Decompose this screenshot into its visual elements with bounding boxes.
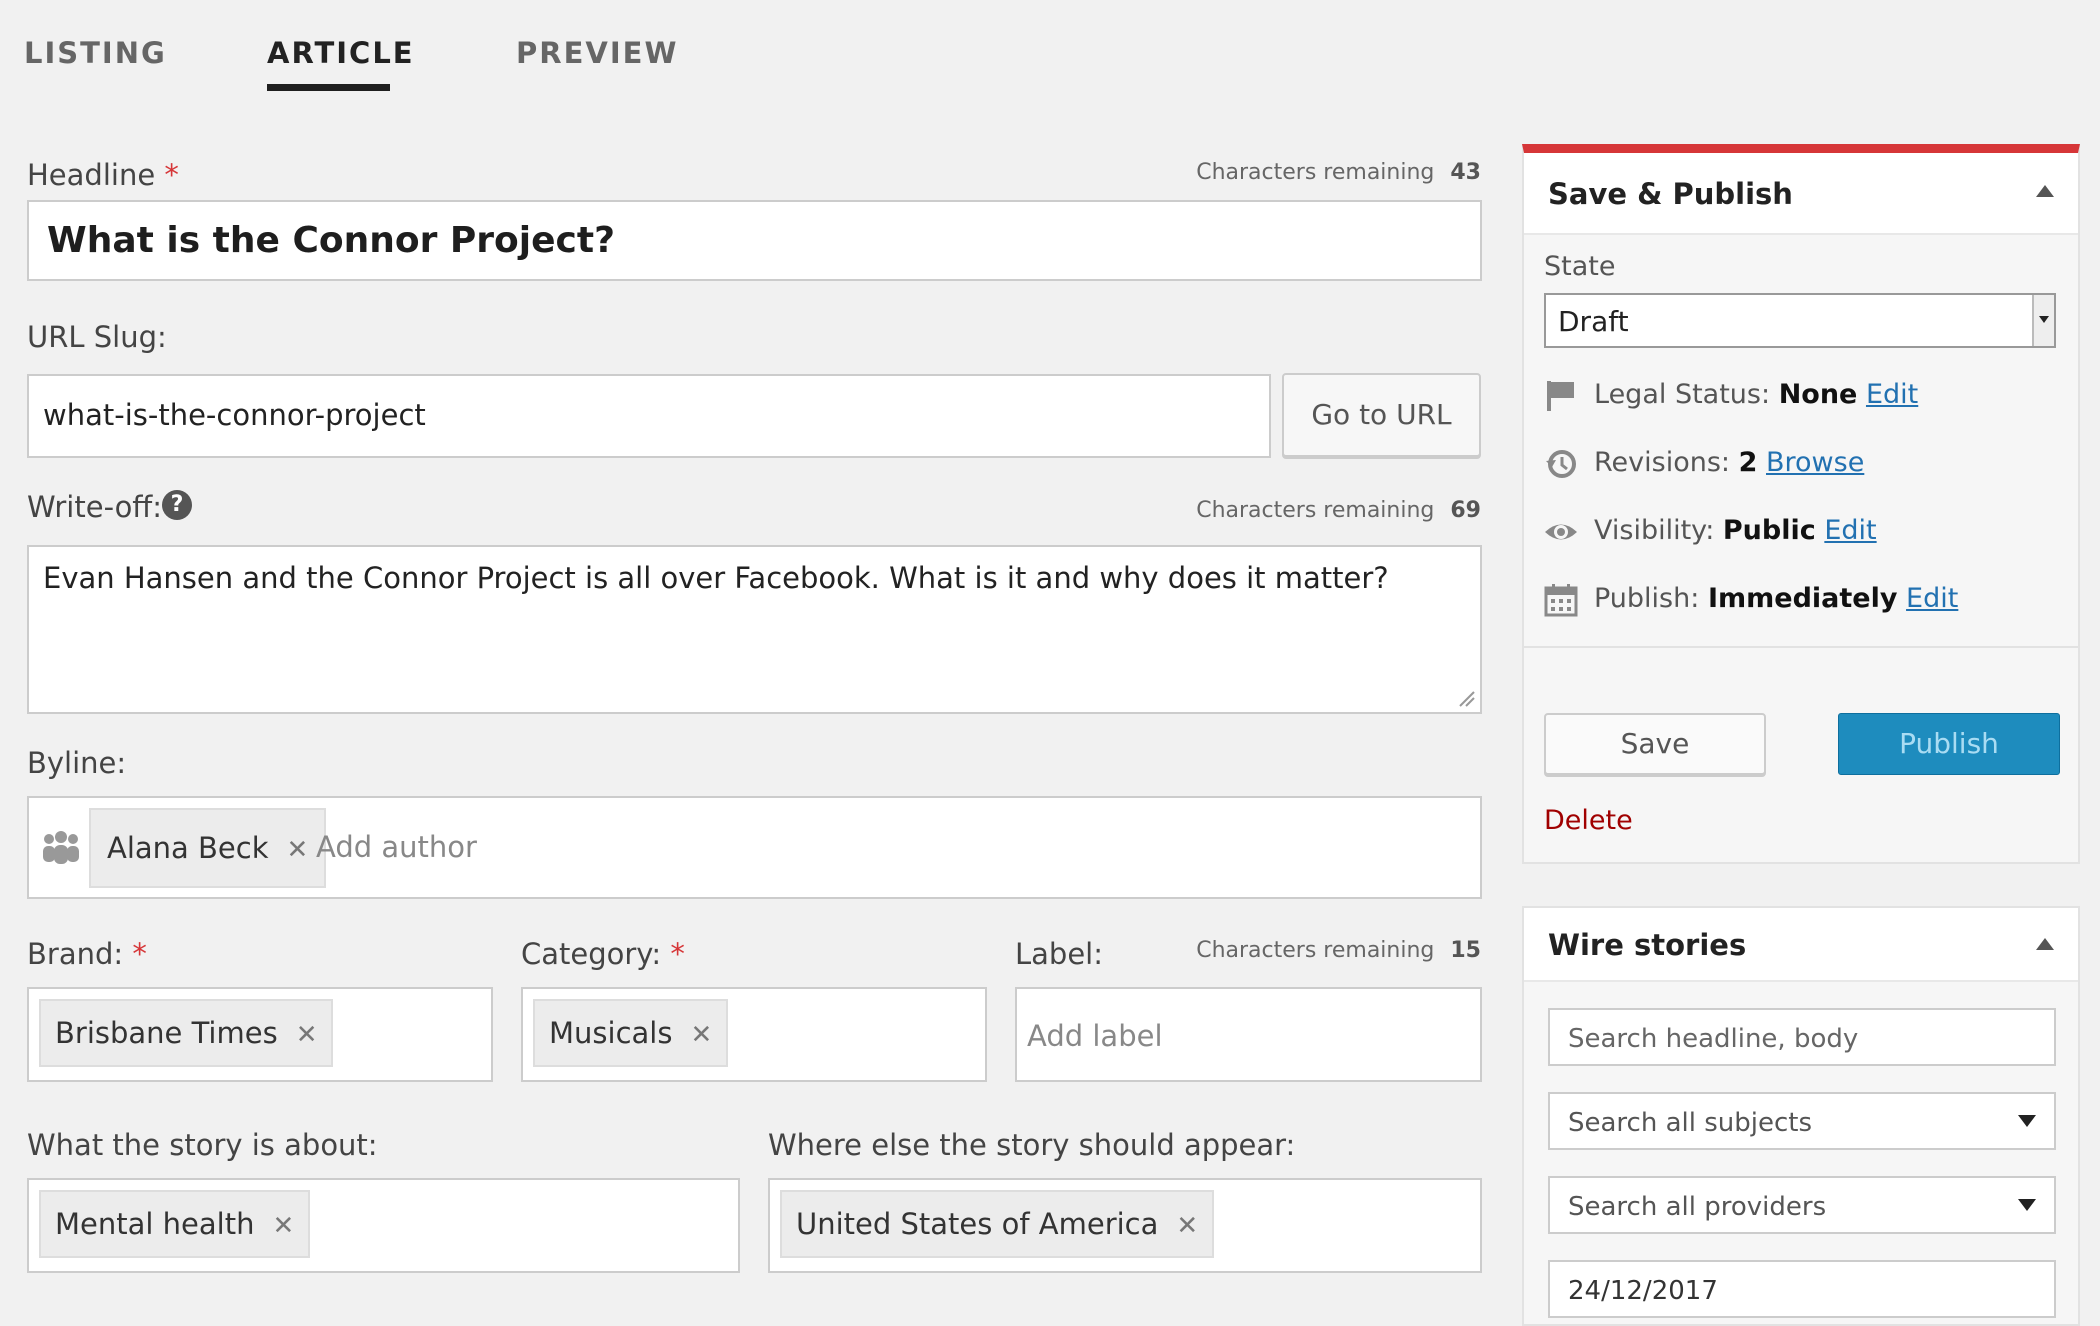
- category-label: Category: *: [521, 937, 685, 971]
- save-publish-title: Save & Publish: [1548, 177, 1793, 211]
- tab-preview[interactable]: PREVIEW: [516, 36, 678, 70]
- subjects-select[interactable]: Search all subjects: [1548, 1092, 2056, 1150]
- story-about-label: What the story is about:: [27, 1128, 378, 1162]
- wire-date-input[interactable]: 24/12/2017: [1548, 1260, 2056, 1318]
- resize-handle-icon[interactable]: [1456, 688, 1476, 708]
- wire-stories-title: Wire stories: [1548, 928, 1747, 962]
- category-token: Musicals ✕: [533, 999, 729, 1067]
- collapse-caret-icon[interactable]: [2036, 938, 2054, 950]
- headline-value: What is the Connor Project?: [47, 220, 615, 261]
- label-chars-remaining: Characters remaining 15: [1196, 938, 1481, 963]
- go-to-url-button[interactable]: Go to URL: [1282, 373, 1481, 457]
- url-slug-label: URL Slug:: [27, 320, 167, 354]
- author-token-label: Alana Beck: [107, 831, 269, 865]
- remove-brand-icon[interactable]: ✕: [296, 1020, 318, 1050]
- legal-status-row: Legal Status: None Edit: [1594, 379, 1919, 410]
- add-author-placeholder: Add author: [316, 830, 477, 864]
- subject-token-label: Mental health: [55, 1207, 255, 1241]
- write-off-textarea[interactable]: Evan Hansen and the Connor Project is al…: [27, 545, 1482, 714]
- subject-token: Mental health ✕: [39, 1190, 311, 1258]
- remove-category-icon[interactable]: ✕: [690, 1020, 712, 1050]
- region-token-label: United States of America: [796, 1207, 1159, 1241]
- delete-link[interactable]: Delete: [1544, 805, 1633, 836]
- subjects-select-value: Search all subjects: [1568, 1108, 1813, 1138]
- author-token: Alana Beck ✕: [89, 808, 327, 888]
- write-off-value: Evan Hansen and the Connor Project is al…: [43, 561, 1389, 595]
- label-field-label: Label:: [1015, 937, 1104, 971]
- headline-chars-remaining: Characters remaining 43: [1196, 160, 1481, 185]
- brand-input[interactable]: Brisbane Times ✕: [27, 987, 493, 1082]
- save-publish-panel: Save & Publish State Draft Legal Status:…: [1522, 144, 2080, 864]
- providers-select-value: Search all providers: [1568, 1192, 1827, 1222]
- revisions-row: Revisions: 2 Browse: [1594, 447, 1865, 478]
- legal-edit-link[interactable]: Edit: [1866, 379, 1918, 410]
- save-publish-header[interactable]: Save & Publish: [1524, 153, 2078, 235]
- remove-author-icon[interactable]: ✕: [287, 835, 309, 865]
- category-input[interactable]: Musicals ✕: [521, 987, 987, 1082]
- byline-input[interactable]: Alana Beck ✕ Add author: [27, 796, 1482, 899]
- required-marker: *: [164, 158, 179, 192]
- wire-stories-panel: Wire stories Search headline, body Searc…: [1522, 906, 2080, 1326]
- brand-token: Brisbane Times ✕: [39, 999, 334, 1067]
- providers-select[interactable]: Search all providers: [1548, 1176, 2056, 1234]
- write-off-label: Write-off:: [27, 490, 163, 524]
- story-appear-label: Where else the story should appear:: [768, 1128, 1296, 1162]
- history-icon: [1546, 450, 1576, 478]
- brand-token-label: Brisbane Times: [55, 1016, 278, 1050]
- visibility-edit-link[interactable]: Edit: [1824, 515, 1876, 546]
- state-select-value: Draft: [1558, 305, 1629, 338]
- publish-edit-link[interactable]: Edit: [1906, 583, 1958, 614]
- url-slug-value: what-is-the-connor-project: [43, 398, 426, 432]
- wire-search-placeholder: Search headline, body: [1568, 1024, 1859, 1054]
- revisions-browse-link[interactable]: Browse: [1766, 447, 1864, 478]
- state-select[interactable]: Draft: [1544, 293, 2056, 348]
- remove-region-icon[interactable]: ✕: [1176, 1211, 1198, 1241]
- region-token: United States of America ✕: [780, 1190, 1215, 1258]
- required-marker: *: [670, 937, 685, 971]
- flag-icon: [1547, 381, 1574, 411]
- wire-search-input[interactable]: Search headline, body: [1548, 1008, 2056, 1066]
- chevron-down-icon: [2018, 1115, 2036, 1127]
- state-label: State: [1544, 251, 1616, 282]
- headline-input[interactable]: What is the Connor Project?: [27, 200, 1482, 281]
- select-stepper-icon[interactable]: [2032, 295, 2054, 346]
- required-marker: *: [132, 937, 147, 971]
- collapse-caret-icon[interactable]: [2036, 185, 2054, 197]
- calendar-icon: [1544, 584, 1578, 617]
- wire-stories-header[interactable]: Wire stories: [1524, 908, 2078, 982]
- add-label-placeholder: Add label: [1027, 1019, 1163, 1053]
- headline-label: Headline *: [27, 158, 179, 192]
- story-about-input[interactable]: Mental health ✕: [27, 1178, 740, 1273]
- people-icon: [43, 831, 79, 864]
- category-token-label: Musicals: [549, 1016, 673, 1050]
- panel-divider: [1524, 646, 2078, 648]
- help-icon[interactable]: ?: [162, 490, 192, 520]
- brand-label: Brand: *: [27, 937, 147, 971]
- visibility-row: Visibility: Public Edit: [1594, 515, 1877, 546]
- publish-button[interactable]: Publish: [1838, 713, 2060, 775]
- tab-article[interactable]: ARTICLE: [267, 36, 415, 70]
- story-appear-input[interactable]: United States of America ✕: [768, 1178, 1482, 1273]
- byline-label: Byline:: [27, 746, 127, 780]
- label-input[interactable]: Add label: [1015, 987, 1482, 1082]
- url-slug-input[interactable]: what-is-the-connor-project: [27, 374, 1271, 458]
- eye-icon: [1545, 524, 1577, 540]
- wire-date-value: 24/12/2017: [1568, 1276, 1718, 1306]
- write-off-chars-remaining: Characters remaining 69: [1196, 498, 1481, 523]
- remove-subject-icon[interactable]: ✕: [272, 1211, 294, 1241]
- chevron-down-icon: [2018, 1199, 2036, 1211]
- save-button[interactable]: Save: [1544, 713, 1766, 775]
- publish-schedule-row: Publish: Immediately Edit: [1594, 583, 1959, 614]
- tab-listing[interactable]: LISTING: [24, 36, 167, 70]
- active-tab-indicator: [267, 84, 390, 91]
